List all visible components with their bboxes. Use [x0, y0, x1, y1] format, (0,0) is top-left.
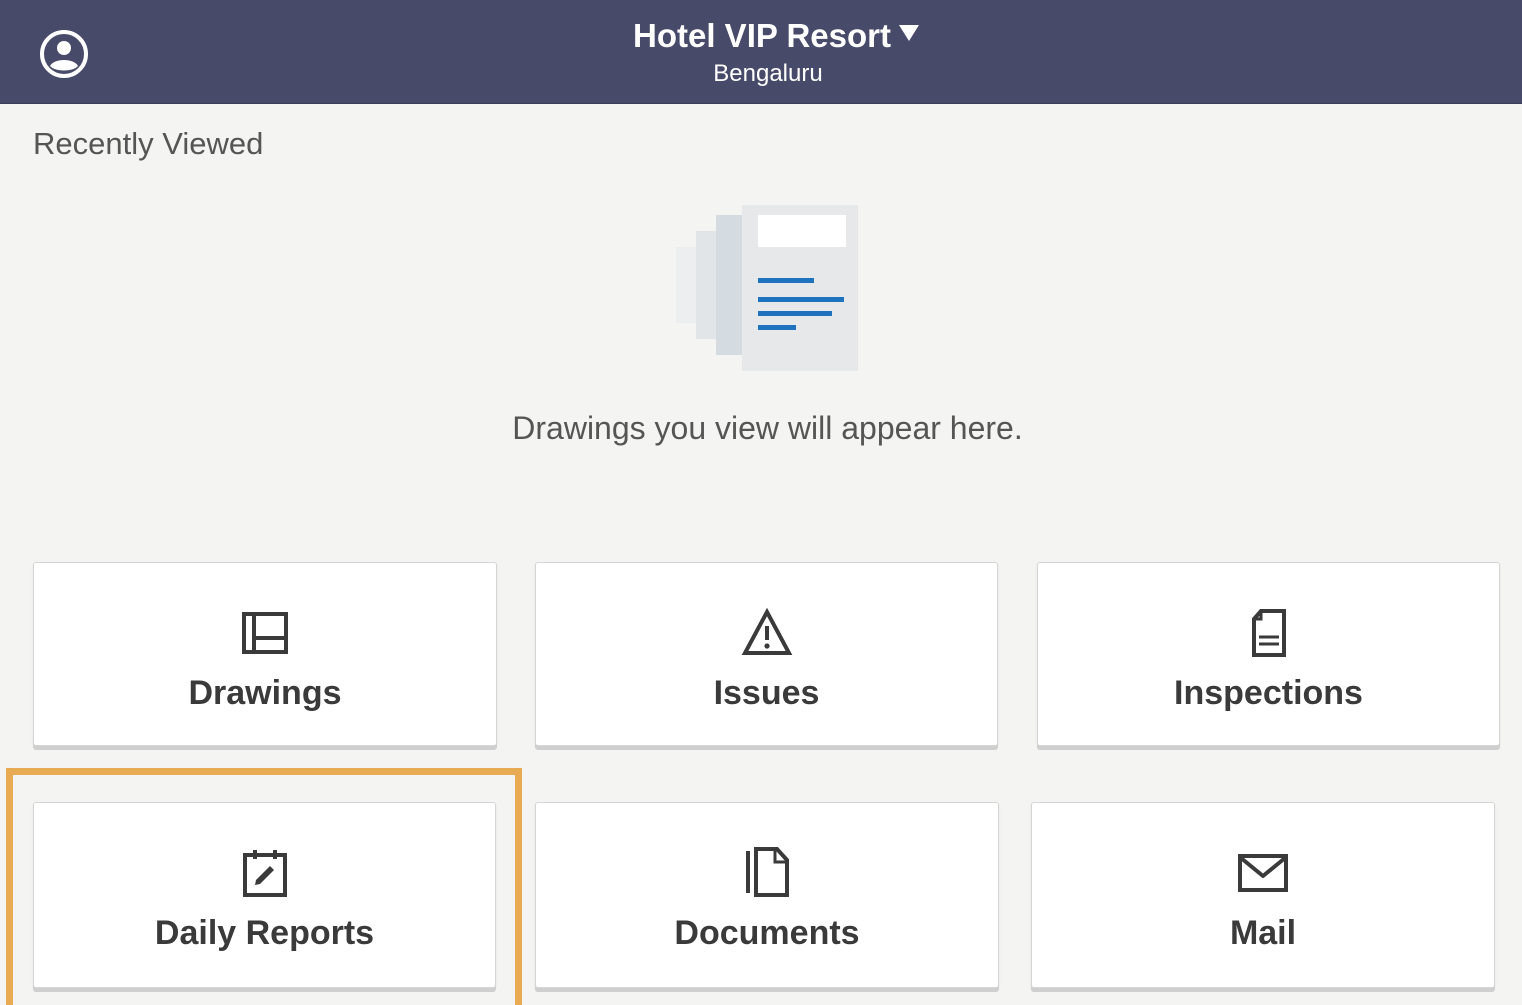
project-switcher[interactable]: Hotel VIP Resort Bengaluru	[0, 14, 1522, 90]
daily-reports-label: Daily Reports	[154, 914, 375, 952]
drawings-icon	[242, 612, 288, 654]
issues-label: Issues	[713, 674, 820, 712]
drawings-label: Drawings	[188, 674, 342, 712]
empty-state-message: Drawings you view will appear here.	[512, 410, 1023, 446]
daily-report-icon	[242, 850, 287, 897]
inspections-label: Inspections	[1174, 674, 1363, 712]
project-name: Hotel VIP Resort	[633, 17, 891, 54]
daily-reports-tile[interactable]: Daily Reports	[33, 802, 496, 988]
top-bar: Hotel VIP Resort Bengaluru	[0, 0, 1522, 103]
recently-viewed-title: Recently Viewed	[33, 126, 264, 161]
documents-label: Documents	[674, 914, 860, 952]
caret-down-icon	[898, 25, 919, 41]
project-location: Bengaluru	[713, 60, 823, 87]
mail-icon	[1238, 854, 1288, 892]
documents-tile[interactable]: Documents	[535, 802, 999, 988]
warning-triangle-icon	[741, 607, 792, 655]
inspections-tile[interactable]: Inspections	[1037, 562, 1500, 746]
mail-tile[interactable]: Mail	[1031, 802, 1495, 988]
drawings-tile[interactable]: Drawings	[33, 562, 497, 746]
issues-tile[interactable]: Issues	[535, 562, 998, 746]
inspection-sheet-icon	[1251, 609, 1286, 657]
mail-label: Mail	[1229, 914, 1297, 952]
documents-icon	[746, 847, 789, 897]
drawing-stack-icon	[676, 205, 858, 371]
